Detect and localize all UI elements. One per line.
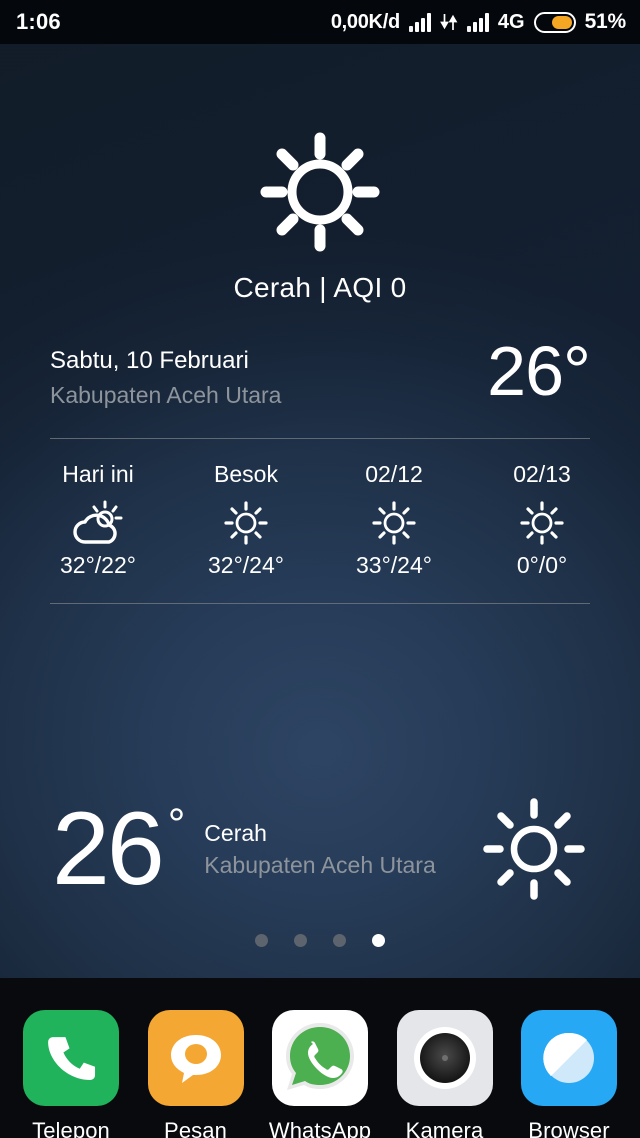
lower-weather-temp: 26 ° <box>52 791 186 907</box>
phone-icon[interactable] <box>23 1010 119 1106</box>
app-label: Browser <box>528 1118 610 1138</box>
camera-icon[interactable] <box>396 1010 493 1106</box>
weather-condition-aqi: Cerah | AQI 0 <box>233 272 407 303</box>
forecast-day-label: 02/13 <box>513 461 571 487</box>
app-label: Telepon <box>32 1118 110 1138</box>
forecast-item-3[interactable]: 02/13 0°/0° <box>468 461 616 579</box>
sun-behind-cloud-icon <box>24 500 172 546</box>
camera-ring <box>413 1027 476 1089</box>
lower-weather-widget[interactable]: 26 ° Cerah Kabupaten Aceh Utara <box>0 795 640 903</box>
forecast-day-label: Hari ini <box>62 461 134 487</box>
compass-icon[interactable] <box>521 1010 617 1106</box>
page-dot-3-active[interactable] <box>372 934 385 947</box>
camera-lens <box>419 1033 470 1083</box>
forecast-item-2[interactable]: 02/12 33°/24° <box>320 461 468 579</box>
sun-icon <box>260 132 380 252</box>
forecast-day-label: 02/12 <box>365 461 423 487</box>
forecast-day-label: Besok <box>214 461 278 487</box>
divider-bottom <box>50 603 590 604</box>
app-telepon[interactable]: Telepon <box>16 1010 126 1138</box>
message-icon[interactable] <box>147 1010 244 1106</box>
sun-icon <box>172 500 320 546</box>
forecast-item-0[interactable]: Hari ini 32°/22° <box>24 461 172 579</box>
app-pesan[interactable]: Pesan <box>141 1010 251 1138</box>
lower-weather-temp-value: 26 <box>52 791 165 907</box>
weather-date-row: Sabtu, 10 Februari Kabupaten Aceh Utara … <box>0 336 640 410</box>
status-clock: 1:06 <box>16 9 61 34</box>
battery-percent-text: 51% <box>584 10 627 33</box>
page-indicator <box>0 934 640 947</box>
home-screen: 1:06 0,00K/d 4G 51% Cerah | AQI 0 Sabtu,… <box>0 0 640 1138</box>
dock: Telepon Pesan WhatsApp Kamera Browser <box>0 978 640 1138</box>
weather-date: Sabtu, 10 Februari <box>50 347 249 374</box>
whatsapp-icon[interactable] <box>272 1010 368 1106</box>
forecast-item-1[interactable]: Besok 32°/24° <box>172 461 320 579</box>
forecast-row[interactable]: Hari ini 32°/22° Besok 32°/24° 02/12 33°… <box>0 461 640 579</box>
battery-fill <box>552 15 572 29</box>
weather-widget[interactable]: Cerah | AQI 0 Sabtu, 10 Februari Kabupat… <box>0 44 640 604</box>
status-bar: 1:06 0,00K/d 4G 51% <box>0 0 640 44</box>
sun-icon <box>483 798 585 900</box>
divider-top <box>50 438 590 439</box>
camera-lens-highlight <box>441 1055 448 1061</box>
network-type-text: 4G <box>497 10 525 33</box>
app-kamera[interactable]: Kamera <box>390 1010 500 1138</box>
sun-icon <box>468 500 616 546</box>
lower-weather-location: Kabupaten Aceh Utara <box>204 851 436 878</box>
app-label: Kamera <box>405 1118 484 1138</box>
app-browser[interactable]: Browser <box>514 1010 624 1138</box>
status-bar-right-group: 0,00K/d 4G 51% <box>331 10 626 34</box>
network-speed-text: 0,00K/d <box>330 10 400 33</box>
forecast-temp: 32°/22° <box>60 552 136 578</box>
weather-location: Kabupaten Aceh Utara <box>50 382 282 408</box>
signal-bars-icon <box>408 12 431 32</box>
page-dot-0[interactable] <box>255 934 268 947</box>
signal-bars-icon-2 <box>466 12 489 32</box>
weather-current-temp: 26° <box>487 332 591 410</box>
data-transfer-icon <box>439 12 458 32</box>
degree-symbol: ° <box>167 800 186 849</box>
lower-weather-condition: Cerah <box>204 819 267 846</box>
forecast-temp: 33°/24° <box>356 552 432 578</box>
app-label: Pesan <box>164 1118 227 1138</box>
forecast-temp: 0°/0° <box>516 552 568 578</box>
app-label: WhatsApp <box>268 1118 372 1138</box>
page-dot-1[interactable] <box>294 934 307 947</box>
weather-date-location-group: Sabtu, 10 Februari Kabupaten Aceh Utara <box>50 346 281 410</box>
page-dot-2[interactable] <box>333 934 346 947</box>
battery-icon <box>533 11 576 33</box>
lower-weather-text-group: Cerah Kabupaten Aceh Utara <box>204 819 435 880</box>
app-whatsapp[interactable]: WhatsApp <box>265 1010 375 1138</box>
forecast-temp: 32°/24° <box>208 552 284 578</box>
sun-icon <box>320 500 468 546</box>
